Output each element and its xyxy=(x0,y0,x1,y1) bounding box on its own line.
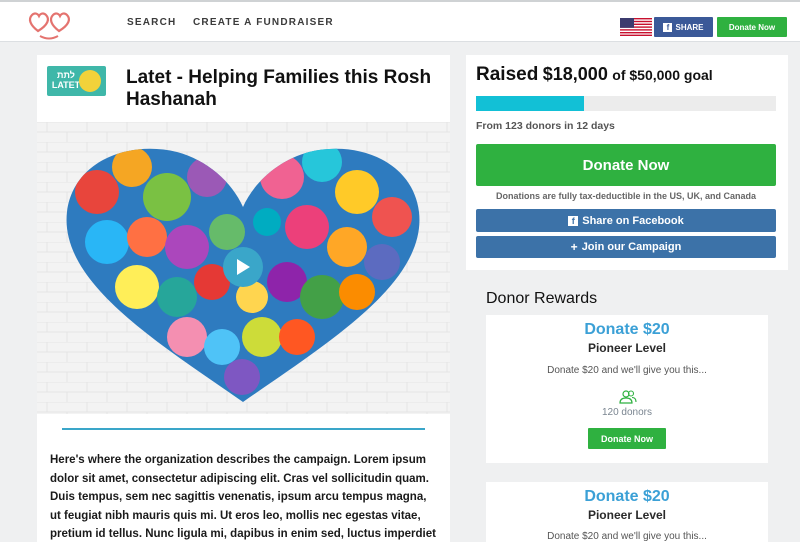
reward-amount: Donate $20 xyxy=(584,321,670,338)
us-flag-icon[interactable] xyxy=(620,18,652,36)
facebook-button-label: Share on Facebook xyxy=(582,214,684,227)
reward-level: Pioneer Level xyxy=(587,341,667,355)
share-button[interactable]: f SHARE xyxy=(654,17,713,37)
nav-search-link[interactable]: SEARCH xyxy=(127,17,176,28)
campaign-card: לתת LATET Latet - Helping Families this … xyxy=(37,55,450,542)
share-button-label: SHARE xyxy=(675,22,704,32)
donor-rewards-title: Donor Rewards xyxy=(486,290,598,307)
tax-deductible-note: Donations are fully tax-deductible in th… xyxy=(495,191,757,201)
reward-card[interactable]: Donate $20 Pioneer Level Donate $20 and … xyxy=(486,315,768,463)
campaign-description: Here's where the organization describes … xyxy=(50,454,436,540)
facebook-icon: f xyxy=(568,215,579,226)
donate-now-button[interactable]: Donate Now xyxy=(476,144,776,186)
reward-amount: Donate $20 xyxy=(584,488,670,505)
reward-description: Donate $20 and we'll give you this... xyxy=(547,365,707,376)
nav-create-fundraiser-link[interactable]: CREATE A FUNDRAISER xyxy=(193,17,334,28)
join-campaign-button[interactable]: + Join our Campaign xyxy=(476,236,776,258)
org-logo-emblem-icon xyxy=(79,70,101,92)
donors-info: From 123 donors in 12 days xyxy=(476,120,615,132)
hearts-logo-icon[interactable] xyxy=(26,7,72,41)
goal-text: of $50,000 goal xyxy=(612,67,713,83)
section-divider xyxy=(62,428,425,430)
plus-icon: + xyxy=(570,240,578,254)
reward-level: Pioneer Level xyxy=(587,508,667,522)
raised-amount: $18,000 xyxy=(542,64,608,84)
org-logo-text: לתת LATET xyxy=(51,70,81,90)
reward-donors-count: 120 donors xyxy=(601,407,653,418)
reward-description: Donate $20 and we'll give you this... xyxy=(547,531,707,542)
share-on-facebook-button[interactable]: f Share on Facebook xyxy=(476,209,776,232)
progress-bar-fill xyxy=(476,96,584,111)
progress-bar xyxy=(476,96,776,111)
join-button-label: Join our Campaign xyxy=(581,241,682,253)
reward-card[interactable]: Donate $20 Pioneer Level Donate $20 and … xyxy=(486,482,768,542)
top-header: SEARCH CREATE A FUNDRAISER f SHARE Donat… xyxy=(0,0,800,42)
play-icon xyxy=(237,259,250,275)
funding-card: Raised $18,000 of $50,000 goal From 123 … xyxy=(466,55,788,270)
donors-users-icon xyxy=(619,390,637,404)
header-donate-button[interactable]: Donate Now xyxy=(717,17,787,37)
org-logo: לתת LATET xyxy=(47,66,106,96)
facebook-icon: f xyxy=(663,22,673,32)
campaign-title: Latet - Helping Families this Rosh Hasha… xyxy=(126,67,432,110)
raised-label: Raised xyxy=(476,64,539,85)
campaign-video[interactable] xyxy=(37,122,450,414)
raised-summary: Raised $18,000 of $50,000 goal xyxy=(476,64,713,86)
reward-donate-button[interactable]: Donate Now xyxy=(588,428,666,449)
video-play-button[interactable] xyxy=(223,247,263,287)
